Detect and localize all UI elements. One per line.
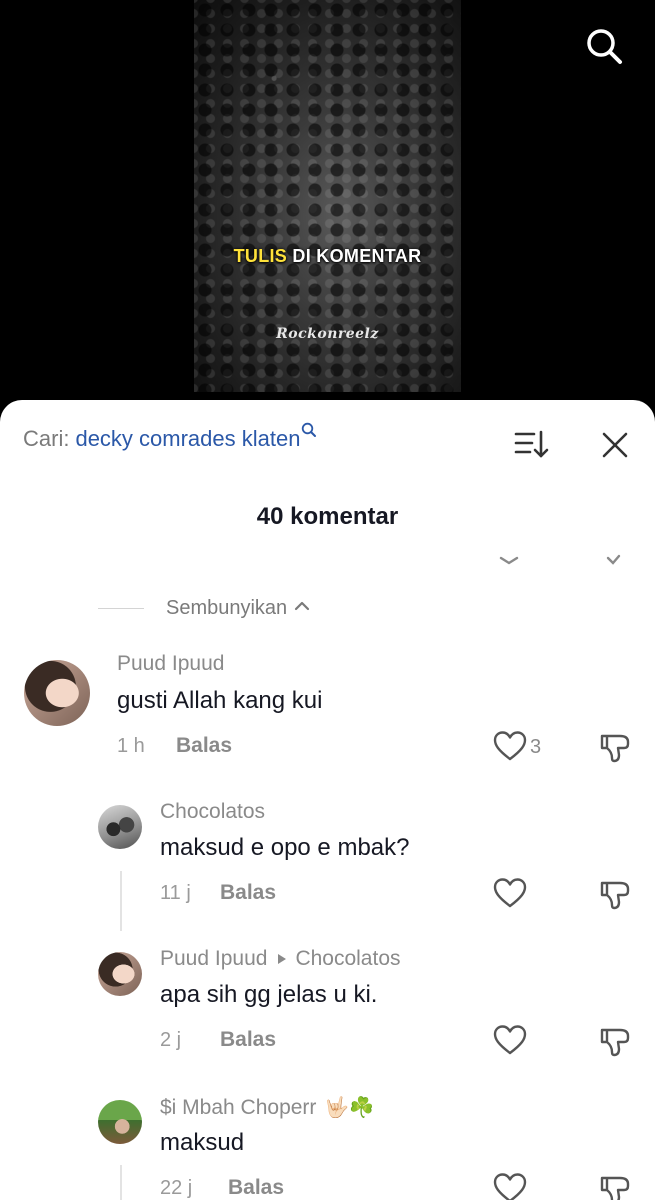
thumbs-down-icon[interactable]: [598, 1172, 632, 1200]
search-query-icon[interactable]: [301, 418, 317, 444]
comment-username[interactable]: Chocolatos: [160, 800, 265, 824]
triangle-right-icon: [277, 947, 287, 971]
username-emoji: 🤟🏻☘️: [324, 1097, 375, 1119]
video-area[interactable]: TULIS DI KOMENTAR Rockonreelz: [0, 0, 655, 420]
avatar[interactable]: [98, 805, 142, 849]
video-caption: TULIS DI KOMENTAR: [194, 246, 461, 267]
comment-count-title: 40 komentar: [256, 503, 399, 530]
thumbs-down-icon[interactable]: [598, 1024, 632, 1058]
like-count: 3: [530, 736, 542, 758]
video-caption-highlight: TULIS: [233, 246, 288, 266]
comment-time: 22 j: [160, 1177, 193, 1199]
comment-text: gusti Allah kang kui: [117, 687, 323, 714]
search-prefix: Cari:: [23, 426, 70, 451]
video-frame[interactable]: TULIS DI KOMENTAR Rockonreelz: [194, 0, 461, 392]
reply-button[interactable]: Balas: [220, 1028, 276, 1052]
avatar[interactable]: [24, 660, 90, 726]
close-icon[interactable]: [600, 430, 630, 460]
comment-text: maksud e opo e mbak?: [160, 834, 410, 861]
thumbs-down-icon[interactable]: [598, 877, 632, 911]
search-query-link[interactable]: decky comrades klaten: [75, 426, 300, 451]
comment-username-line: $i Mbah Choperr 🤟🏻☘️: [160, 1095, 374, 1120]
chevron-up-icon: [293, 599, 311, 617]
heart-icon[interactable]: [493, 877, 527, 909]
comment-username[interactable]: $i Mbah Choperr: [160, 1096, 316, 1120]
comment-text: maksud: [160, 1129, 245, 1156]
hide-replies-label: Sembunyikan: [166, 596, 288, 619]
comment-username[interactable]: Puud Ipuud: [160, 947, 267, 971]
search-icon[interactable]: [584, 26, 624, 66]
reply-to-username[interactable]: Chocolatos: [295, 947, 400, 971]
hide-replies-button[interactable]: Sembunyikan: [98, 595, 311, 621]
thread-line: [120, 1165, 122, 1200]
hide-divider: [98, 607, 144, 609]
comment-time: 11 j: [160, 882, 191, 904]
avatar[interactable]: [98, 952, 142, 996]
thumbs-down-icon[interactable]: [598, 730, 632, 764]
comment-search-bar[interactable]: Cari: decky comrades klaten: [23, 422, 317, 452]
thread-line: [120, 871, 122, 931]
avatar[interactable]: [98, 1100, 142, 1144]
reply-button[interactable]: Balas: [228, 1176, 284, 1200]
comment-text: apa sih gg jelas u ki.: [160, 981, 378, 1008]
comment-username[interactable]: Puud Ipuud: [117, 652, 224, 676]
more-chevron-icons: [495, 554, 635, 568]
heart-icon[interactable]: [493, 1172, 527, 1200]
sort-icon[interactable]: [514, 428, 550, 460]
comment-time: 1 h: [117, 735, 145, 757]
heart-icon[interactable]: [493, 1024, 527, 1056]
heart-icon[interactable]: [493, 730, 527, 762]
comments-sheet: Cari: decky comrades klaten 40 komentar S…: [0, 400, 655, 1200]
comment-time: 2 j: [160, 1029, 182, 1051]
reply-button[interactable]: Balas: [220, 881, 276, 905]
comment-username-line: Puud Ipuud Chocolatos: [160, 947, 401, 971]
video-watermark: Rockonreelz: [276, 326, 379, 342]
video-caption-text: DI KOMENTAR: [287, 246, 422, 266]
reply-button[interactable]: Balas: [176, 734, 232, 758]
